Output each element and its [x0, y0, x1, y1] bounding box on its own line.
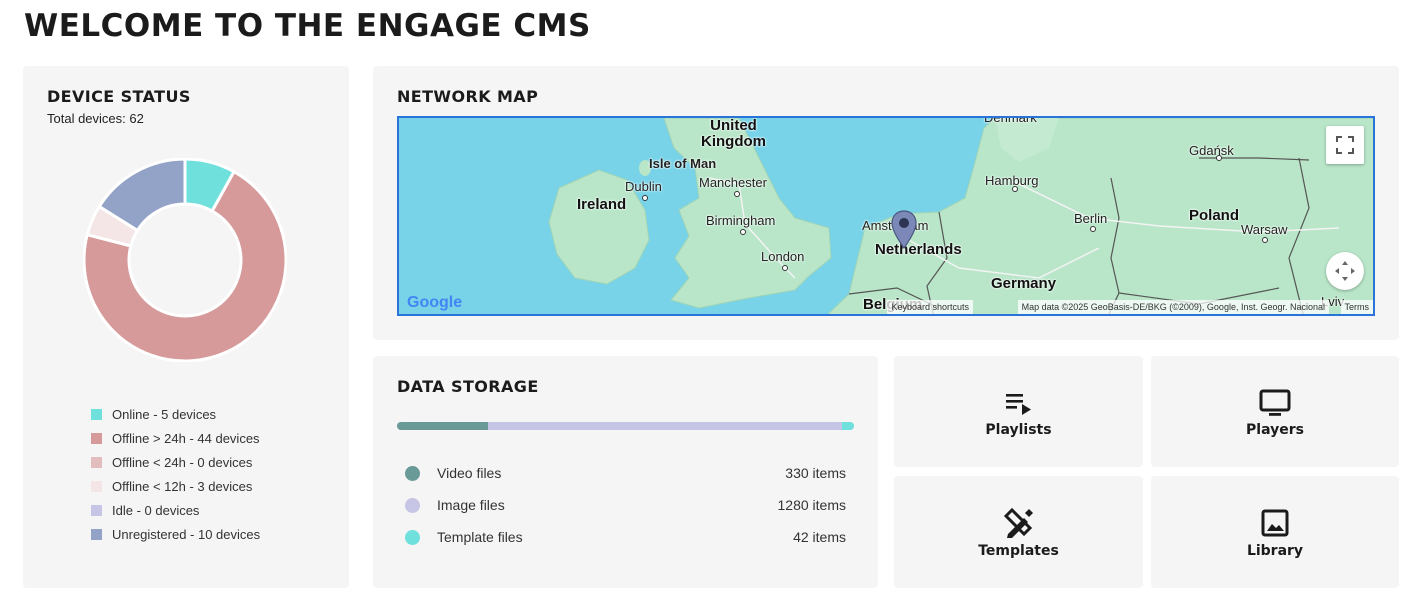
network-map-card: NETWORK MAP United Kingdom Isle of Man D…	[373, 66, 1399, 340]
map-label-united-kingdom: United Kingdom	[701, 117, 766, 150]
storage-usage-bar	[397, 422, 854, 430]
legend-swatch	[91, 408, 102, 420]
legend-label: Unregistered - 10 devices	[112, 526, 261, 542]
map-label-dublin: Dublin	[625, 179, 662, 194]
map-label-isle-of-man: Isle of Man	[649, 156, 717, 171]
storage-dot	[405, 497, 420, 513]
legend-item: Online - 5 devices	[91, 402, 260, 426]
page-title: WELCOME TO THE ENGAGE CMS	[24, 8, 591, 44]
map-label-poland: Poland	[1189, 207, 1240, 224]
google-logo-text: Google	[407, 294, 463, 311]
library-tile[interactable]: Library	[1151, 476, 1399, 588]
map-label-germany: Germany	[991, 275, 1057, 292]
legend-label: Offline > 24h - 44 devices	[112, 430, 260, 446]
storage-label: Template files	[437, 529, 523, 545]
legend-label: Offline < 24h - 0 devices	[112, 454, 253, 470]
playlists-tile[interactable]: Playlists	[894, 356, 1143, 467]
legend-item: Unregistered - 10 devices	[91, 522, 260, 546]
legend-item: Offline < 24h - 0 devices	[91, 450, 260, 474]
network-map[interactable]: United Kingdom Isle of Man Dublin Irelan…	[397, 116, 1375, 316]
storage-count: 330 items	[785, 465, 846, 481]
storage-count: 42 items	[793, 529, 846, 545]
legend-item: Offline > 24h - 44 devices	[91, 426, 260, 450]
storage-dot	[405, 529, 420, 545]
map-label-hamburg: Hamburg	[985, 173, 1039, 188]
total-devices-label: Total devices: 62	[47, 111, 144, 126]
map-label-berlin: Berlin	[1074, 211, 1108, 226]
fullscreen-icon	[1336, 136, 1354, 154]
legend-swatch	[91, 504, 102, 516]
keyboard-shortcuts-link[interactable]: Keyboard shortcuts	[887, 300, 973, 314]
camera-control-icon	[1335, 261, 1355, 281]
legend-label: Idle - 0 devices	[112, 502, 200, 518]
playlists-label: Playlists	[985, 422, 1052, 438]
monitor-icon	[1259, 389, 1291, 416]
device-status-donut-chart	[83, 158, 287, 362]
design-tools-icon	[1003, 507, 1033, 538]
legend-label: Offline < 12h - 3 devices	[112, 478, 253, 494]
map-camera-control-button[interactable]	[1326, 252, 1364, 290]
storage-bar-segment	[488, 422, 843, 430]
map-fullscreen-button[interactable]	[1326, 126, 1364, 164]
device-status-legend: Online - 5 devices Offline > 24h - 44 dev…	[91, 402, 260, 546]
storage-count: 1280 items	[777, 497, 846, 513]
legend-swatch	[91, 528, 102, 540]
google-logo: Google	[407, 294, 462, 312]
map-data-attribution: Map data ©2025 GeoBasis-DE/BKG (©2009), …	[1017, 300, 1329, 314]
legend-label: Online - 5 devices	[112, 406, 217, 422]
data-storage-title: DATA STORAGE	[397, 377, 539, 396]
device-status-title: DEVICE STATUS	[47, 87, 191, 106]
legend-swatch	[91, 480, 102, 492]
templates-tile[interactable]: Templates	[894, 476, 1143, 588]
legend-swatch	[91, 456, 102, 468]
network-map-title: NETWORK MAP	[397, 87, 539, 106]
legend-swatch	[91, 432, 102, 444]
storage-bar-segment	[842, 422, 854, 430]
storage-dot	[405, 465, 420, 481]
templates-label: Templates	[978, 542, 1059, 559]
legend-item: Idle - 0 devices	[91, 498, 260, 522]
library-label: Library	[1246, 542, 1304, 559]
storage-row: Video files 330 items	[405, 463, 846, 483]
legend-item: Offline < 12h - 3 devices	[91, 474, 260, 498]
map-label-manchester: Manchester	[699, 175, 767, 190]
data-storage-card: DATA STORAGE Video files 330 items Image f…	[373, 356, 878, 588]
map-label-birmingham: Birmingham	[706, 213, 776, 228]
map-label-london: London	[761, 249, 805, 264]
players-tile[interactable]: Players	[1151, 356, 1399, 467]
map-label-warsaw: Warsaw	[1241, 222, 1288, 237]
storage-label: Video files	[437, 465, 502, 481]
map-terms-link[interactable]: Terms	[1340, 300, 1373, 314]
device-status-card: DEVICE STATUS Total devices: 62 Online -…	[23, 66, 349, 588]
storage-row: Template files 42 items	[405, 527, 846, 547]
playlist-play-icon	[1005, 394, 1031, 415]
map-label-netherlands: Netherlands	[875, 241, 962, 258]
map-label-gdansk: Gdańsk	[1189, 143, 1234, 158]
players-label: Players	[1246, 422, 1304, 438]
storage-row: Image files 1280 items	[405, 495, 846, 515]
image-icon	[1261, 509, 1289, 536]
map-location-pin-icon[interactable]	[891, 210, 917, 250]
storage-label: Image files	[437, 497, 505, 513]
map-label-denmark: Denmark	[984, 116, 1037, 125]
storage-bar-segment	[397, 422, 489, 430]
map-label-ireland: Ireland	[577, 196, 627, 213]
